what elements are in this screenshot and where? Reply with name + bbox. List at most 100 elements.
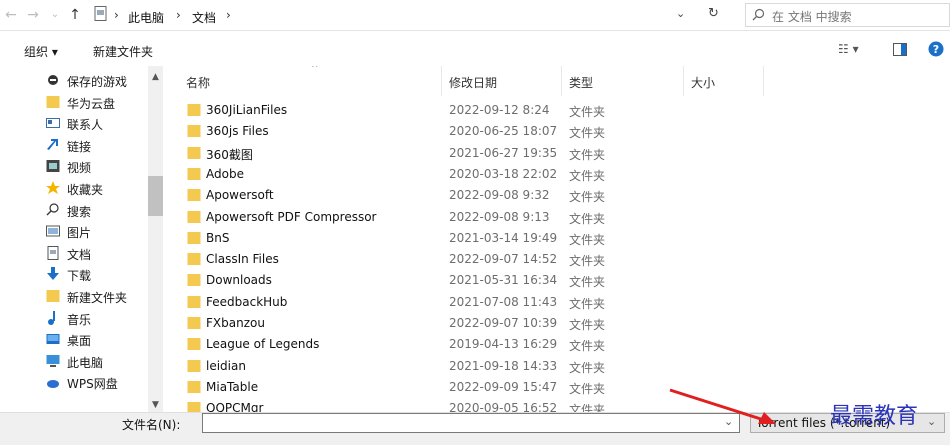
sort-ascending-icon: ^ bbox=[311, 66, 319, 74]
breadcrumb-separator-icon: › bbox=[176, 8, 181, 22]
file-name: Apowersoft bbox=[206, 188, 274, 203]
file-type: 文件夹 bbox=[569, 105, 606, 119]
file-row[interactable]: Apowersoft PDF Compressor 2022-09-08 9:13… bbox=[163, 207, 753, 228]
column-header-size[interactable]: 大小 bbox=[691, 74, 715, 91]
file-row[interactable]: 360js Files 2020-06-25 18:07 文件夹 bbox=[163, 121, 753, 142]
column-divider[interactable] bbox=[683, 66, 684, 96]
nav-scrollbar[interactable]: ▲ ▼ bbox=[148, 66, 163, 412]
nav-item[interactable]: 链接 bbox=[0, 135, 148, 156]
file-date: 2022-09-07 10:39 bbox=[449, 316, 558, 330]
nav-item[interactable]: 视频 bbox=[0, 156, 148, 177]
file-row[interactable]: League of Legends 2019-04-13 16:29 文件夹 bbox=[163, 334, 753, 355]
nav-item[interactable]: WPS网盘 bbox=[0, 372, 148, 393]
help-icon[interactable]: ? bbox=[928, 41, 944, 57]
file-name: Downloads bbox=[206, 273, 272, 288]
nav-item[interactable]: 图片 bbox=[0, 221, 148, 242]
breadcrumb-documents[interactable]: 文档 bbox=[192, 9, 216, 26]
nav-item-label: 搜索 bbox=[67, 204, 92, 219]
folder-icon bbox=[187, 146, 201, 160]
breadcrumb-separator-icon: › bbox=[226, 8, 231, 22]
file-date: 2022-09-07 14:52 bbox=[449, 252, 558, 267]
nav-item-label: 华为云盘 bbox=[67, 96, 116, 111]
search-box[interactable]: 在 文档 中搜索 bbox=[745, 3, 950, 27]
file-row[interactable]: leidian 2021-09-18 14:33 文件夹 bbox=[163, 356, 753, 377]
nav-item[interactable]: 音乐 bbox=[0, 308, 148, 329]
file-name: BnS bbox=[206, 230, 230, 245]
column-header-row: ^ 名称 修改日期 类型 大小 bbox=[163, 66, 943, 96]
column-header-type[interactable]: 类型 bbox=[569, 74, 593, 91]
picture-icon bbox=[46, 224, 61, 238]
search-icon bbox=[46, 202, 61, 217]
nav-item[interactable]: 华为云盘 bbox=[0, 92, 148, 113]
file-date: 2020-03-18 22:02 bbox=[449, 166, 558, 181]
folder-icon bbox=[187, 380, 201, 394]
folder-icon bbox=[46, 95, 61, 109]
new-folder-button[interactable]: 新建文件夹 bbox=[93, 43, 153, 60]
column-header-date[interactable]: 修改日期 bbox=[449, 74, 497, 91]
recent-dropdown-icon[interactable]: ⌄ bbox=[46, 6, 64, 24]
nav-item-label: 音乐 bbox=[67, 312, 92, 327]
nav-item[interactable]: 搜索 bbox=[0, 200, 148, 221]
nav-item[interactable]: 此电脑 bbox=[0, 351, 148, 372]
nav-item-label: 图片 bbox=[67, 226, 92, 241]
organize-button[interactable]: 组织 ▾ bbox=[24, 43, 58, 60]
scroll-down-icon[interactable]: ▼ bbox=[152, 400, 159, 410]
file-row[interactable]: ClassIn Files 2022-09-07 14:52 文件夹 bbox=[163, 249, 753, 270]
column-divider[interactable] bbox=[561, 66, 562, 96]
forward-arrow-icon[interactable]: → bbox=[24, 6, 42, 24]
file-name: FeedbackHub bbox=[206, 294, 288, 309]
desktop-icon bbox=[46, 332, 61, 346]
file-name: QQPCMgr bbox=[206, 401, 264, 412]
file-type: 文件夹 bbox=[569, 339, 606, 354]
nav-item[interactable]: 收藏夹 bbox=[0, 178, 148, 199]
nav-item[interactable]: 保存的游戏 bbox=[0, 70, 148, 91]
file-type: 文件夹 bbox=[569, 296, 606, 311]
breadcrumb-this-pc[interactable]: 此电脑 bbox=[128, 9, 164, 26]
address-bar[interactable]: › 此电脑 › 文档 › ⌄ bbox=[94, 3, 736, 26]
nav-item[interactable]: 联系人 bbox=[0, 113, 148, 134]
file-row[interactable]: Apowersoft 2022-09-08 9:32 文件夹 bbox=[163, 185, 753, 206]
file-row[interactable]: FeedbackHub 2021-07-08 11:43 文件夹 bbox=[163, 292, 753, 313]
column-divider[interactable] bbox=[763, 66, 764, 96]
file-row[interactable]: 360JiLianFiles 2022-09-12 8:24 文件夹 bbox=[163, 100, 753, 121]
column-header-name[interactable]: 名称 bbox=[186, 74, 210, 91]
up-arrow-icon[interactable]: ↑ bbox=[66, 6, 84, 24]
folder-icon bbox=[187, 316, 201, 330]
nav-item-label: 新建文件夹 bbox=[67, 291, 128, 305]
computer-icon bbox=[46, 354, 61, 368]
nav-item[interactable]: 桌面 bbox=[0, 329, 148, 350]
file-row[interactable]: BnS 2021-03-14 19:49 文件夹 bbox=[163, 228, 753, 249]
file-date: 2021-05-31 16:34 bbox=[449, 273, 558, 288]
document-icon bbox=[46, 245, 61, 260]
nav-scroll-thumb[interactable] bbox=[148, 176, 163, 216]
nav-item[interactable]: 新建文件夹 bbox=[0, 286, 148, 307]
file-name: League of Legends bbox=[206, 337, 320, 352]
address-history-dropdown-icon[interactable]: ⌄ bbox=[676, 7, 685, 20]
refresh-icon[interactable]: ↻ bbox=[708, 6, 719, 21]
cloud-icon bbox=[46, 375, 61, 389]
file-list[interactable]: ^ 名称 修改日期 类型 大小 360JiLianFiles 2022-09-12… bbox=[163, 66, 943, 412]
file-type: 文件夹 bbox=[569, 126, 606, 141]
file-date: 2020-06-25 18:07 bbox=[449, 124, 558, 139]
nav-item[interactable]: 下载 bbox=[0, 264, 148, 285]
star-icon bbox=[46, 181, 61, 195]
column-divider[interactable] bbox=[441, 66, 442, 96]
navigation-pane[interactable]: 保存的游戏华为云盘联系人 链接 视频 收藏夹搜索图片文档 下载新建文件夹音乐桌面 此电脑 W… bbox=[0, 66, 163, 412]
file-date: 2021-03-14 19:49 bbox=[449, 230, 558, 245]
view-options-icon[interactable]: ☷ ▾ bbox=[838, 42, 859, 56]
file-date: 2022-09-12 8:24 bbox=[449, 103, 550, 117]
folder-icon bbox=[187, 231, 201, 245]
back-arrow-icon[interactable]: ← bbox=[2, 6, 20, 24]
preview-pane-icon[interactable] bbox=[893, 43, 907, 56]
file-row[interactable]: Adobe 2020-03-18 22:02 文件夹 bbox=[163, 164, 753, 185]
gamepad-icon bbox=[46, 73, 61, 87]
scroll-up-icon[interactable]: ▲ bbox=[152, 72, 159, 82]
file-row[interactable]: FXbanzou 2022-09-07 10:39 文件夹 bbox=[163, 313, 753, 334]
folder-icon bbox=[187, 359, 201, 373]
file-row[interactable]: Downloads 2021-05-31 16:34 文件夹 bbox=[163, 270, 753, 291]
file-row[interactable]: 360截图 2021-06-27 19:35 文件夹 bbox=[163, 143, 753, 164]
nav-item[interactable]: 文档 bbox=[0, 243, 148, 264]
folder-icon bbox=[46, 289, 61, 303]
folder-icon bbox=[187, 167, 201, 181]
file-type: 文件夹 bbox=[569, 190, 606, 205]
